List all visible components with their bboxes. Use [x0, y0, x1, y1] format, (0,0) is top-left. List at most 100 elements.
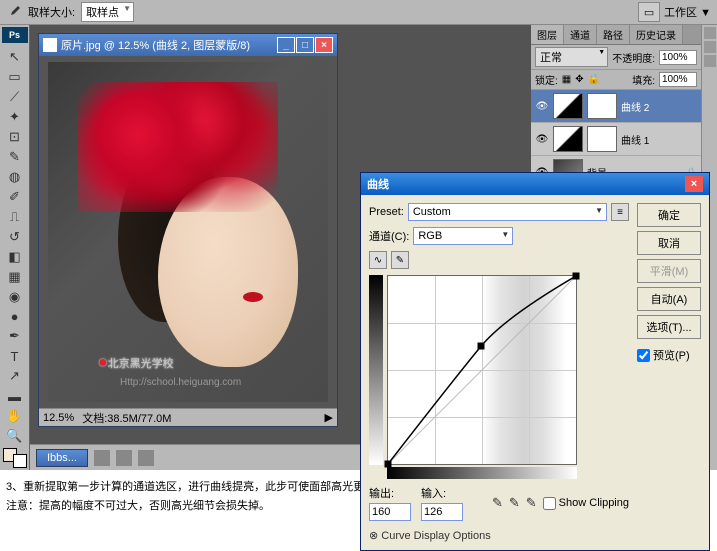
path-tool[interactable]: ↗ — [3, 366, 27, 386]
strip-icon[interactable] — [704, 55, 716, 67]
input-label: 输入: — [421, 485, 463, 501]
eyedropper-icon — [6, 4, 22, 20]
preset-select[interactable]: Custom — [408, 203, 607, 221]
input-input[interactable] — [421, 503, 463, 521]
history-brush-tool[interactable]: ↺ — [3, 227, 27, 247]
layer-row[interactable]: 👁 曲线 1 — [531, 123, 701, 156]
layer-thumb[interactable] — [553, 126, 583, 152]
dialog-titlebar[interactable]: 曲线 × — [361, 173, 709, 195]
lock-position-icon[interactable]: ✥ — [575, 74, 583, 85]
type-tool[interactable]: T — [3, 346, 27, 366]
document-title: 原片.jpg @ 12.5% (曲线 2, 图层蒙版/8) — [61, 37, 250, 53]
options-button[interactable]: 选项(T)... — [637, 315, 701, 339]
watermark: ●北京黑光学校 — [98, 354, 174, 372]
curve-grid[interactable] — [387, 275, 577, 465]
preset-label: Preset: — [369, 206, 404, 218]
watermark-url: Http://school.heiguang.com — [120, 377, 241, 388]
channel-label: 通道(C): — [369, 228, 409, 244]
opacity-input[interactable]: 100% — [659, 50, 697, 65]
tab-paths[interactable]: 路径 — [597, 25, 630, 44]
move-tool[interactable]: ↖ — [3, 47, 27, 67]
curve-point[interactable] — [385, 461, 392, 468]
output-input[interactable] — [369, 503, 411, 521]
maximize-button[interactable]: □ — [296, 37, 314, 53]
hand-tool[interactable]: ✋ — [3, 406, 27, 426]
layer-row[interactable]: 👁 曲线 2 — [531, 90, 701, 123]
screen-mode-icon[interactable]: ▭ — [638, 2, 660, 22]
opacity-label: 不透明度: — [612, 50, 655, 65]
tab-channels[interactable]: 通道 — [564, 25, 597, 44]
document-titlebar[interactable]: 原片.jpg @ 12.5% (曲线 2, 图层蒙版/8) _ □ × — [39, 34, 337, 56]
channel-select[interactable]: RGB — [413, 227, 513, 245]
zoom-level[interactable]: 12.5% — [43, 412, 74, 424]
preset-menu-icon[interactable]: ≡ — [611, 203, 629, 221]
lock-pixels-icon[interactable]: ▦ — [562, 74, 571, 85]
panel-tabs: 图层 通道 路径 历史记录 — [531, 25, 701, 45]
pencil-mode-icon[interactable]: ✎ — [391, 251, 409, 269]
cancel-button[interactable]: 取消 — [637, 231, 701, 255]
toolbox: Ps ↖ ▭ ⟋ ✦ ⊡ ✎ ◍ ✐ ⎍ ↺ ◧ ▦ ◉ ● ✒ T ↗ ▬ ✋… — [0, 25, 30, 470]
strip-icon[interactable] — [704, 41, 716, 53]
zoom-tool[interactable]: 🔍 — [3, 426, 27, 446]
curves-dialog: 曲线 × Preset: Custom ≡ 通道(C): RGB ∿ ✎ — [360, 172, 710, 551]
dialog-close-button[interactable]: × — [685, 176, 703, 192]
tab-history[interactable]: 历史记录 — [630, 25, 683, 44]
wand-tool[interactable]: ✦ — [3, 107, 27, 127]
dodge-tool[interactable]: ● — [3, 307, 27, 327]
lock-all-icon[interactable]: 🔒 — [588, 74, 600, 85]
workspace-menu[interactable]: 工作区 ▼ — [664, 4, 711, 20]
sample-size-select[interactable]: 取样点 — [81, 2, 134, 22]
stamp-tool[interactable]: ⎍ — [3, 207, 27, 227]
smooth-button[interactable]: 平滑(M) — [637, 259, 701, 283]
options-bar: 取样大小: 取样点 ▭ 工作区 ▼ — [0, 0, 717, 25]
document-image: ●北京黑光学校 Http://school.heiguang.com — [48, 62, 328, 402]
taskbar-item[interactable]: Ibbs... — [36, 449, 88, 467]
black-point-eyedropper[interactable]: ✎ — [492, 495, 503, 511]
lasso-tool[interactable]: ⟋ — [3, 87, 27, 107]
curve-point[interactable] — [573, 273, 580, 280]
strip-icon[interactable] — [704, 27, 716, 39]
auto-button[interactable]: 自动(A) — [637, 287, 701, 311]
preview-checkbox[interactable]: 预览(P) — [637, 347, 701, 363]
document-canvas[interactable]: ●北京黑光学校 Http://school.heiguang.com — [39, 56, 337, 408]
eyedropper-tool[interactable]: ✎ — [3, 147, 27, 167]
ok-button[interactable]: 确定 — [637, 203, 701, 227]
eraser-tool[interactable]: ◧ — [3, 247, 27, 267]
gray-point-eyedropper[interactable]: ✎ — [509, 495, 520, 511]
mask-thumb[interactable] — [587, 126, 617, 152]
file-size: 文档:38.5M/77.0M — [82, 410, 171, 426]
gradient-tool[interactable]: ▦ — [3, 267, 27, 287]
dialog-title: 曲线 — [367, 176, 389, 192]
curve-point[interactable] — [477, 343, 484, 350]
layer-name[interactable]: 曲线 1 — [621, 132, 649, 147]
crop-tool[interactable]: ⊡ — [3, 127, 27, 147]
document-status: 12.5% 文档:38.5M/77.0M ▶ — [39, 408, 337, 426]
blend-mode-select[interactable]: 正常 — [535, 47, 608, 67]
document-window: 原片.jpg @ 12.5% (曲线 2, 图层蒙版/8) _ □ × ●北京黑… — [38, 33, 338, 427]
white-point-eyedropper[interactable]: ✎ — [526, 495, 537, 511]
mask-thumb[interactable] — [587, 93, 617, 119]
layer-name[interactable]: 曲线 2 — [621, 99, 649, 114]
lock-label: 锁定: — [535, 72, 558, 87]
visibility-icon[interactable]: 👁 — [535, 99, 549, 113]
layer-thumb[interactable] — [553, 93, 583, 119]
color-swatch[interactable] — [3, 448, 27, 468]
input-gradient — [387, 467, 577, 479]
blur-tool[interactable]: ◉ — [3, 287, 27, 307]
brush-tool[interactable]: ✐ — [3, 187, 27, 207]
curve-display-options[interactable]: Curve Display Options — [369, 529, 629, 542]
marquee-tool[interactable]: ▭ — [3, 67, 27, 87]
taskbar-icon[interactable] — [116, 450, 132, 466]
taskbar-icon[interactable] — [94, 450, 110, 466]
close-button[interactable]: × — [315, 37, 333, 53]
visibility-icon[interactable]: 👁 — [535, 132, 549, 146]
tab-layers[interactable]: 图层 — [531, 25, 564, 44]
minimize-button[interactable]: _ — [277, 37, 295, 53]
shape-tool[interactable]: ▬ — [3, 386, 27, 406]
show-clipping-checkbox[interactable]: Show Clipping — [543, 497, 629, 510]
pen-tool[interactable]: ✒ — [3, 326, 27, 346]
curve-mode-icon[interactable]: ∿ — [369, 251, 387, 269]
taskbar-icon[interactable] — [138, 450, 154, 466]
healing-tool[interactable]: ◍ — [3, 167, 27, 187]
fill-input[interactable]: 100% — [659, 72, 697, 87]
